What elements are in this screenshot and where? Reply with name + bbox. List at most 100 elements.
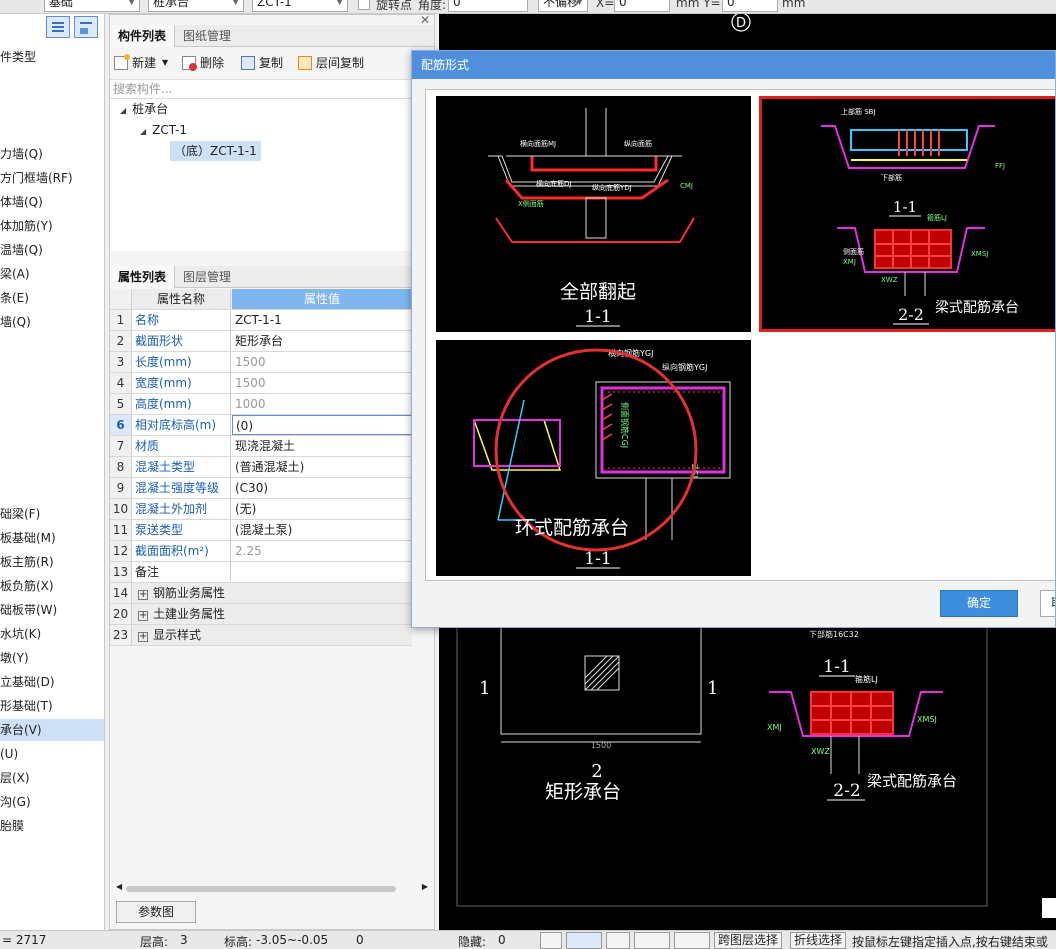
property-value[interactable]: 矩形承台 — [232, 331, 412, 351]
y-input[interactable]: 0 — [722, 0, 778, 12]
add-point-icon[interactable] — [674, 932, 710, 949]
option-ring-cap[interactable]: 横向钢筋YGJ 纵向钢筋YGJ 侧面钢筋CGJ ZGJ 环式配筋承台 1-1 — [436, 340, 751, 576]
nav-item[interactable]: 体墙(Q) — [0, 191, 104, 213]
cancel-button[interactable]: 取消 — [1040, 590, 1055, 617]
property-row[interactable]: 7 材质 现浇混凝土 — [110, 436, 412, 457]
nav-item[interactable]: 板基础(M) — [0, 527, 104, 549]
snap-rect-icon[interactable] — [566, 932, 602, 949]
nav-item[interactable]: 沟(G) — [0, 791, 104, 813]
property-row[interactable]: 13 备注 — [110, 562, 412, 583]
nav-item[interactable]: 立基础(D) — [0, 671, 104, 693]
expand-plus-icon[interactable]: + — [138, 590, 148, 600]
nav-item[interactable]: 水坑(K) — [0, 623, 104, 645]
tab-layer-manage[interactable]: 图层管理 — [175, 266, 239, 288]
tree-node-child[interactable]: ◢ ZCT-1 — [140, 120, 187, 142]
property-value[interactable]: (普通混凝土) — [232, 457, 412, 477]
nav-item[interactable]: 条(E) — [0, 287, 104, 309]
property-row[interactable]: 8 混凝土类型 (普通混凝土) — [110, 457, 412, 478]
tab-property-list[interactable]: 属性列表 — [110, 266, 176, 288]
type-combo[interactable]: 桩承台 ▼ — [148, 0, 244, 12]
ok-button[interactable]: 确定 — [940, 590, 1018, 617]
property-row[interactable]: 5 高度(mm) 1000 — [110, 394, 412, 415]
nav-item[interactable]: 板负筋(X) — [0, 575, 104, 597]
nav-item[interactable]: 础梁(F) — [0, 503, 104, 525]
property-row[interactable]: 3 长度(mm) 1500 — [110, 352, 412, 373]
copy-button[interactable]: 复制 — [241, 53, 283, 73]
tab-component-list[interactable]: 构件列表 — [110, 25, 176, 47]
nav-item[interactable]: 墙(Q) — [0, 311, 104, 333]
property-row[interactable]: 12 截面面积(m²) 2.25 — [110, 541, 412, 562]
scroll-thumb[interactable] — [126, 886, 396, 892]
property-value[interactable]: ZCT-1-1 — [232, 310, 412, 330]
new-button[interactable]: 新建 ▼ — [114, 53, 168, 73]
close-icon[interactable]: ✕ — [420, 13, 430, 27]
beam-cap-rebar — [874, 229, 952, 269]
property-name: 宽度(mm) — [132, 373, 231, 393]
rotate-checkbox[interactable] — [358, 0, 370, 10]
property-row[interactable]: 4 宽度(mm) 1500 — [110, 373, 412, 394]
nav-item[interactable]: 温墙(Q) — [0, 239, 104, 261]
x-input[interactable]: 0 — [614, 0, 670, 12]
property-row-current[interactable]: 6 相对底标高(m) (0) — [110, 415, 412, 436]
tab-drawing-manage[interactable]: 图纸管理 — [175, 25, 239, 47]
category-combo[interactable]: 基础 ▼ — [44, 0, 140, 12]
nav-item-selected[interactable]: 承台(V) — [0, 719, 104, 741]
property-group-row[interactable]: 14 + 钢筋业务属性 — [110, 583, 412, 604]
tree-node-leaf[interactable]: （底）ZCT-1-1 — [170, 141, 261, 161]
property-group-row[interactable]: 23 + 显示样式 — [110, 625, 412, 646]
delete-button[interactable]: 删除 — [182, 53, 224, 73]
property-value[interactable]: 现浇混凝土 — [232, 436, 412, 456]
axis-label: D — [736, 16, 746, 31]
y-value: 0 — [727, 0, 735, 9]
dialog-title: 配筋形式 — [412, 51, 1055, 79]
property-value[interactable]: (混凝土泵) — [232, 520, 412, 540]
floor-copy-button[interactable]: 层间复制 — [298, 53, 364, 73]
nav-item[interactable]: 力墙(Q) — [0, 143, 104, 165]
component-search-input[interactable]: 搜索构件... — [110, 79, 434, 99]
property-row[interactable]: 2 截面形状 矩形承台 — [110, 331, 412, 352]
option-beam-cap[interactable]: 上部筋 SBJ 下部筋 1-1 箍筋LJ XMSJ FFJ XMJ XWZ 侧面… — [759, 96, 1055, 332]
property-row[interactable]: 1 名称 ZCT-1-1 — [110, 310, 412, 331]
tree-node-root[interactable]: ◢ 桩承台 — [120, 99, 168, 121]
nav-item[interactable]: 层(X) — [0, 767, 104, 789]
property-value[interactable]: (无) — [232, 499, 412, 519]
row-number: 2 — [110, 331, 132, 351]
ortho-icon[interactable] — [540, 932, 562, 949]
component-combo[interactable]: ZCT-1 ▼ — [252, 0, 348, 12]
nav-item[interactable]: 胎膜 — [0, 815, 104, 837]
offset-mode-combo[interactable]: 不偏移 ▼ — [538, 0, 588, 12]
property-value[interactable] — [232, 562, 412, 582]
list-view-icon[interactable] — [46, 16, 70, 38]
nav-item[interactable]: 方门框墙(RF) — [0, 167, 104, 189]
property-row[interactable]: 11 泵送类型 (混凝土泵) — [110, 520, 412, 541]
nav-item[interactable]: 墩(Y) — [0, 647, 104, 669]
params-diagram-button[interactable]: 参数图 — [116, 901, 196, 923]
scroll-left-icon[interactable]: ◀ — [116, 882, 122, 891]
property-group-row[interactable]: 20 + 土建业务属性 — [110, 604, 412, 625]
row-number: 9 — [110, 478, 132, 498]
property-name: 泵送类型 — [132, 520, 231, 540]
nav-item[interactable]: 形基础(T) — [0, 695, 104, 717]
nav-item[interactable]: (U) — [0, 743, 104, 765]
nav-item[interactable]: 梁(A) — [0, 263, 104, 285]
scroll-right-icon[interactable]: ▶ — [422, 882, 428, 891]
angle-input[interactable]: 0 — [448, 0, 528, 12]
angle-icon[interactable] — [634, 932, 670, 949]
cross-floor-select-button[interactable]: 跨图层选择 — [714, 932, 783, 949]
grid-view-icon[interactable] — [74, 16, 98, 38]
option-full-bend[interactable]: 横向面筋MJ 纵向面筋 横向底筋DJ 纵向底筋YDJ CMJ X侧面筋 全部翻起… — [436, 96, 751, 332]
expand-plus-icon[interactable]: + — [138, 611, 148, 621]
nav-item[interactable]: 础板带(W) — [0, 599, 104, 621]
polyline-select-button[interactable]: 折线选择 — [790, 932, 847, 949]
property-row[interactable]: 9 混凝土强度等级 (C30) — [110, 478, 412, 499]
cross-icon[interactable] — [606, 932, 630, 949]
nav-item[interactable]: 件类型 — [0, 46, 104, 68]
property-value[interactable]: (C30) — [232, 478, 412, 498]
nav-item[interactable]: 板主筋(R) — [0, 551, 104, 573]
horizontal-scrollbar[interactable]: ◀ ▶ — [116, 882, 428, 893]
property-row[interactable]: 10 混凝土外加剂 (无) — [110, 499, 412, 520]
row-number: 10 — [110, 499, 132, 519]
expand-plus-icon[interactable]: + — [138, 632, 148, 642]
nav-item[interactable]: 体加筋(Y) — [0, 215, 104, 237]
property-value-input[interactable]: (0) — [232, 415, 412, 435]
